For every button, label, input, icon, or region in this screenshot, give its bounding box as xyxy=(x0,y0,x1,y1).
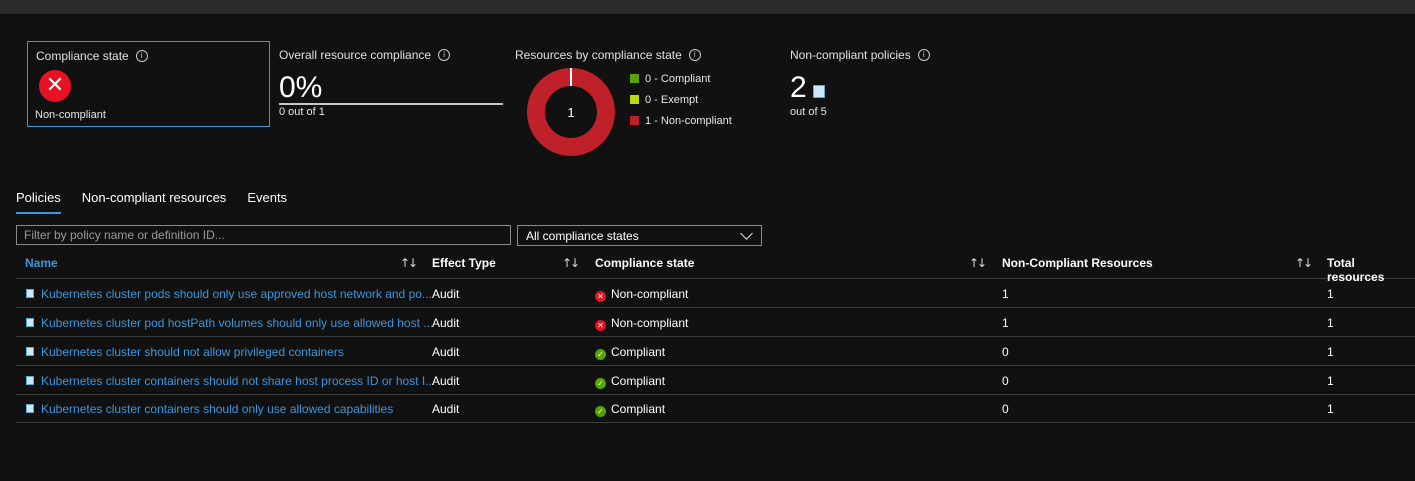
compliance-state-text: Compliant xyxy=(611,374,666,388)
table-header: Name ↑↓ Effect Type ↑↓ Compliance state … xyxy=(16,250,1415,284)
compliance-state-value: Non-compliant xyxy=(35,109,106,121)
total-count: 1 xyxy=(1327,402,1334,416)
top-bar xyxy=(0,0,1415,14)
legend-swatch xyxy=(630,95,639,104)
noncompliant-count: 0 xyxy=(1002,374,1009,388)
legend-item-noncompliant: 1 - Non-compliant xyxy=(630,110,732,131)
checkmark-icon: ✓ xyxy=(595,349,606,360)
total-count: 1 xyxy=(1327,345,1334,359)
legend-label: 0 - Exempt xyxy=(645,93,699,106)
compliance-state-title: Compliance state xyxy=(36,49,129,63)
error-icon: ✕ xyxy=(595,320,606,331)
compliance-state-cell: ✓ Compliant xyxy=(595,402,665,417)
policy-name-link[interactable]: Kubernetes cluster containers should onl… xyxy=(41,402,393,416)
compliance-state-cell: ✕ Non-compliant xyxy=(595,316,688,331)
policy-icon xyxy=(813,85,825,98)
effect-type: Audit xyxy=(432,345,460,359)
sort-icon[interactable]: ↑↓ xyxy=(400,256,418,270)
donut-center-label: 1 xyxy=(567,105,574,120)
noncompliant-policies-sub: out of 5 xyxy=(790,106,827,118)
noncompliant-count: 1 xyxy=(1002,316,1009,330)
compliance-state-cell: ✓ Compliant xyxy=(595,345,665,360)
legend-label: 1 - Non-compliant xyxy=(645,114,732,127)
table-row[interactable]: Kubernetes cluster containers should onl… xyxy=(16,394,1415,423)
overall-compliance-sub: 0 out of 1 xyxy=(279,106,325,118)
table-row[interactable]: Kubernetes cluster pod hostPath volumes … xyxy=(16,308,1415,337)
sort-icon[interactable]: ↑↓ xyxy=(562,256,580,270)
info-icon[interactable]: i xyxy=(688,49,701,61)
compliance-state-dropdown[interactable]: All compliance states xyxy=(517,225,762,246)
noncompliant-policies-title: Non-compliant policies xyxy=(790,48,911,62)
sort-icon[interactable]: ↑↓ xyxy=(1295,256,1313,270)
legend-label: 0 - Compliant xyxy=(645,72,711,85)
tab-noncompliant-resources[interactable]: Non-compliant resources xyxy=(82,190,227,214)
info-icon[interactable]: i xyxy=(917,49,930,61)
effect-type: Audit xyxy=(432,316,460,330)
compliance-state-text: Non-compliant xyxy=(611,316,689,330)
info-icon[interactable]: i xyxy=(438,49,451,61)
effect-type: Audit xyxy=(432,287,460,301)
compliance-state-text: Non-compliant xyxy=(611,287,689,301)
legend-swatch xyxy=(630,116,639,125)
noncompliant-count: 1 xyxy=(1002,287,1009,301)
noncompliant-count: 0 xyxy=(1002,345,1009,359)
legend-item-compliant: 0 - Compliant xyxy=(630,68,732,89)
table-row[interactable]: Kubernetes cluster containers should not… xyxy=(16,366,1415,395)
tab-events[interactable]: Events xyxy=(247,190,287,214)
chevron-down-icon xyxy=(740,227,753,240)
overall-compliance-value: 0% xyxy=(279,71,323,104)
resources-by-state-title: Resources by compliance state xyxy=(515,48,682,62)
compliance-state-text: Compliant xyxy=(611,345,666,359)
total-count: 1 xyxy=(1327,287,1334,301)
policy-icon xyxy=(26,347,34,356)
effect-type: Audit xyxy=(432,374,460,388)
legend-item-exempt: 0 - Exempt xyxy=(630,89,732,110)
policy-name-link[interactable]: Kubernetes cluster containers should not… xyxy=(41,374,435,388)
effect-type: Audit xyxy=(432,402,460,416)
compliance-donut-chart: 1 xyxy=(527,68,615,156)
dropdown-value: All compliance states xyxy=(526,229,639,243)
noncompliant-policies-value: 2 xyxy=(790,71,807,104)
column-header-name[interactable]: Name xyxy=(25,256,58,270)
error-circle-icon: ✕ xyxy=(39,70,71,102)
total-count: 1 xyxy=(1327,374,1334,388)
sort-icon[interactable]: ↑↓ xyxy=(969,256,987,270)
error-icon: ✕ xyxy=(595,291,606,302)
compliance-state-text: Compliant xyxy=(611,402,666,416)
legend-swatch xyxy=(630,74,639,83)
overall-compliance-card[interactable]: Overall resource compliance i 0% 0 out o… xyxy=(279,41,509,127)
checkmark-icon: ✓ xyxy=(595,378,606,389)
policy-icon xyxy=(26,404,34,413)
resources-by-state-card[interactable]: Resources by compliance state i 1 0 - Co… xyxy=(515,41,775,156)
policy-icon xyxy=(26,318,34,327)
policy-icon xyxy=(26,289,34,298)
checkmark-icon: ✓ xyxy=(595,406,606,417)
compliance-state-card[interactable]: Compliance state i ✕ Non-compliant xyxy=(27,41,270,127)
tab-policies[interactable]: Policies xyxy=(16,190,61,214)
policy-name-link[interactable]: Kubernetes cluster should not allow priv… xyxy=(41,345,344,359)
column-header-noncompliant[interactable]: Non-Compliant Resources xyxy=(1002,256,1153,270)
compliance-state-cell: ✓ Compliant xyxy=(595,374,665,389)
noncompliant-policies-card[interactable]: Non-compliant policies i 2 out of 5 xyxy=(790,41,990,127)
column-header-state[interactable]: Compliance state xyxy=(595,256,694,270)
noncompliant-count: 0 xyxy=(1002,402,1009,416)
filter-input[interactable] xyxy=(16,225,511,245)
policy-name-link[interactable]: Kubernetes cluster pod hostPath volumes … xyxy=(41,316,433,330)
policy-name-link[interactable]: Kubernetes cluster pods should only use … xyxy=(41,287,432,301)
compliance-state-cell: ✕ Non-compliant xyxy=(595,287,688,302)
policy-icon xyxy=(26,376,34,385)
info-icon[interactable]: i xyxy=(135,50,148,62)
table-row[interactable]: Kubernetes cluster pods should only use … xyxy=(16,279,1415,308)
overall-compliance-title: Overall resource compliance xyxy=(279,48,432,62)
compliance-bar xyxy=(279,103,503,105)
table-row[interactable]: Kubernetes cluster should not allow priv… xyxy=(16,337,1415,366)
tab-bar: Policies Non-compliant resources Events xyxy=(16,190,287,214)
chart-legend: 0 - Compliant 0 - Exempt 1 - Non-complia… xyxy=(630,68,732,131)
total-count: 1 xyxy=(1327,316,1334,330)
column-header-effect[interactable]: Effect Type xyxy=(432,256,496,270)
